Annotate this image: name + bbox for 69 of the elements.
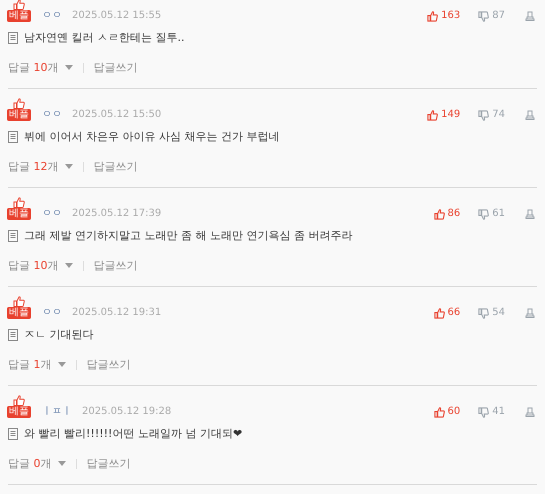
report-icon[interactable] — [525, 110, 535, 120]
comment-date: 2025.05.12 15:50 — [72, 109, 162, 121]
like-button[interactable]: 66 — [434, 307, 460, 319]
thumbs-down-icon — [478, 406, 490, 418]
thumbs-down-icon — [478, 308, 490, 318]
dislike-button[interactable]: 74 — [478, 109, 505, 121]
replies-toggle[interactable]: 답글 10개 — [8, 60, 72, 75]
thumbs-up-icon — [427, 110, 438, 120]
thumbs-up-icon — [434, 308, 445, 318]
memo-icon — [8, 329, 18, 341]
thumbs-up-icon — [434, 406, 445, 418]
comment-date: 2025.05.12 17:39 — [72, 208, 162, 220]
write-reply-link[interactable]: 답글쓰기 — [86, 456, 130, 471]
comment-text: 남자연옌 킬러 ㅅㄹ한테는 질투.. — [24, 30, 184, 46]
thumbs-up-icon — [13, 98, 25, 109]
comment-date: 2025.05.12 15:55 — [72, 10, 162, 22]
memo-icon — [8, 428, 18, 440]
author-name[interactable]: ㅇㅇ — [42, 10, 62, 22]
best-badge: 베플 — [7, 208, 31, 220]
thumbs-down-icon — [478, 110, 490, 120]
write-reply-link[interactable]: 답글쓰기 — [86, 357, 130, 372]
comment-text: ㅈㄴ 기대된다 — [24, 327, 94, 343]
dislike-button[interactable]: 87 — [478, 10, 505, 22]
best-badge: 베플 — [7, 406, 31, 418]
report-icon[interactable] — [525, 407, 535, 417]
caret-icon — [64, 65, 72, 70]
memo-icon — [8, 230, 18, 242]
dislike-button[interactable]: 41 — [478, 406, 505, 418]
report-icon[interactable] — [525, 308, 535, 318]
memo-icon — [8, 32, 18, 44]
thumbs-up-icon — [434, 208, 445, 220]
replies-toggle[interactable]: 답글 1개 — [8, 357, 66, 372]
replies-toggle[interactable]: 답글 0개 — [8, 456, 66, 471]
caret-icon — [58, 461, 66, 466]
comment-text: 그래 제발 연기하지말고 노래만 좀 해 노래만 연기욕심 좀 버려주라 — [24, 228, 352, 244]
thumbs-down-icon — [478, 208, 490, 220]
best-badge: 베플 — [7, 10, 31, 22]
comment-text: 뷔에 이어서 차은우 아이유 사심 채우는 건가 부럽네 — [24, 129, 280, 145]
memo-icon — [8, 131, 18, 143]
author-name[interactable]: ㅇㅇ — [42, 208, 62, 220]
comment-date: 2025.05.12 19:31 — [72, 307, 162, 319]
thumbs-up-icon — [13, 197, 25, 208]
caret-icon — [64, 164, 72, 169]
like-button[interactable]: 149 — [427, 109, 460, 121]
like-button[interactable]: 60 — [434, 406, 460, 418]
write-reply-link[interactable]: 답글쓰기 — [94, 60, 138, 75]
thumbs-up-icon — [13, 395, 25, 406]
caret-icon — [58, 362, 66, 367]
caret-icon — [64, 263, 72, 268]
write-reply-link[interactable]: 답글쓰기 — [94, 258, 138, 273]
comment-date: 2025.05.12 19:28 — [82, 406, 172, 418]
best-badge: 베플 — [7, 307, 31, 319]
thumbs-down-icon — [478, 10, 490, 22]
author-name[interactable]: ㅣㅍㅣ — [42, 406, 72, 418]
replies-toggle[interactable]: 답글 12개 — [8, 159, 72, 174]
replies-toggle[interactable]: 답글 10개 — [8, 258, 72, 273]
write-reply-link[interactable]: 답글쓰기 — [94, 159, 138, 174]
thumbs-up-icon — [427, 10, 438, 22]
comment-text: 와 빨리 빨리!!!!!!어떤 노래일까 넘 기대되❤ — [24, 426, 242, 442]
like-button[interactable]: 86 — [434, 208, 460, 220]
thumbs-up-icon — [13, 296, 25, 307]
like-button[interactable]: 163 — [427, 10, 460, 22]
report-icon[interactable] — [525, 11, 535, 21]
dislike-button[interactable]: 54 — [478, 307, 505, 319]
author-name[interactable]: ㅇㅇ — [42, 307, 62, 319]
dislike-button[interactable]: 61 — [478, 208, 505, 220]
best-badge: 베플 — [7, 109, 31, 121]
report-icon[interactable] — [525, 209, 535, 219]
author-name[interactable]: ㅇㅇ — [42, 109, 62, 121]
